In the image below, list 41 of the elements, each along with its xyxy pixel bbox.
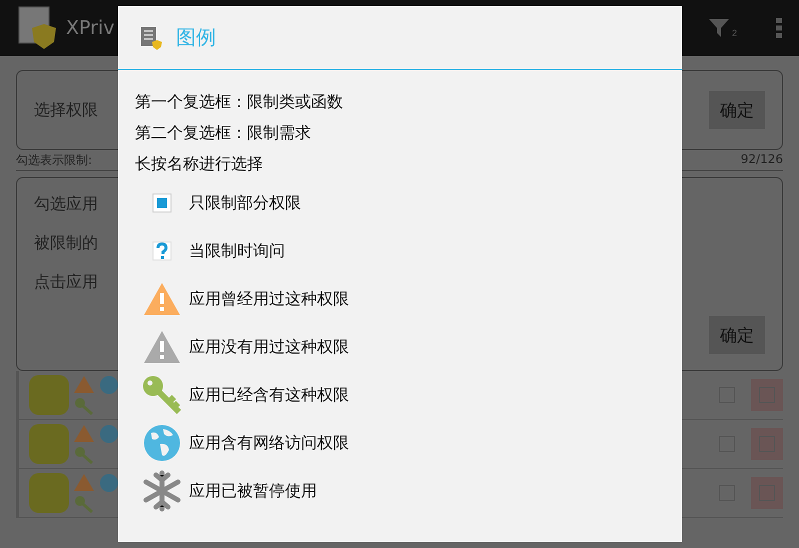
restrict-hint: 勾选表示限制: bbox=[16, 152, 92, 169]
snowflake-icon bbox=[141, 470, 183, 512]
app-icon bbox=[29, 473, 69, 513]
legend-note: 长按名称进行选择 bbox=[135, 153, 264, 175]
globe-icon bbox=[99, 473, 119, 493]
document-shield-icon bbox=[140, 26, 162, 50]
legend-label: 只限制部分权限 bbox=[189, 192, 301, 214]
filter-icon bbox=[708, 18, 730, 38]
legend-label: 应用没有用过这种权限 bbox=[189, 336, 349, 358]
info-text: 被限制的 bbox=[34, 233, 98, 254]
app-icon bbox=[29, 424, 69, 464]
warning-and-key-icon bbox=[73, 473, 95, 513]
confirm-button[interactable]: 确定 bbox=[709, 91, 765, 129]
legend-note: 第一个复选框：限制类或函数 bbox=[135, 91, 344, 113]
legend-label: 应用曾经用过这种权限 bbox=[189, 288, 349, 310]
app-logo-icon bbox=[18, 6, 58, 50]
category-prompt: 选择权限 bbox=[34, 100, 98, 120]
legend-label: 应用已经含有这种权限 bbox=[189, 384, 349, 406]
warning-and-key-icon bbox=[73, 375, 95, 415]
key-icon bbox=[142, 375, 182, 415]
warning-icon bbox=[143, 330, 181, 364]
filter-button[interactable]: 2 bbox=[704, 14, 741, 42]
globe-icon bbox=[99, 424, 119, 444]
app-icon bbox=[29, 375, 69, 415]
globe-icon bbox=[143, 424, 181, 462]
legend-note: 第二个复选框：限制需求 bbox=[135, 122, 312, 144]
app-title: XPriv bbox=[66, 17, 114, 39]
legend-label: 应用已被暂停使用 bbox=[189, 480, 317, 502]
info-text: 点击应用 bbox=[34, 272, 98, 293]
info-text: 勾选应用 bbox=[34, 194, 98, 215]
confirm-button[interactable]: 确定 bbox=[709, 316, 765, 354]
warning-icon bbox=[143, 282, 181, 316]
warning-and-key-icon bbox=[73, 424, 95, 464]
question-mark-icon bbox=[152, 241, 172, 261]
overflow-menu-icon[interactable] bbox=[775, 17, 783, 39]
partial-checkbox-icon bbox=[152, 193, 172, 213]
legend-label: 当限制时询问 bbox=[189, 240, 285, 262]
legend-label: 应用含有网络访问权限 bbox=[189, 432, 349, 454]
dialog-title: 图例 bbox=[176, 24, 216, 51]
permission-count: 92/126 bbox=[740, 152, 783, 168]
globe-icon bbox=[99, 375, 119, 395]
